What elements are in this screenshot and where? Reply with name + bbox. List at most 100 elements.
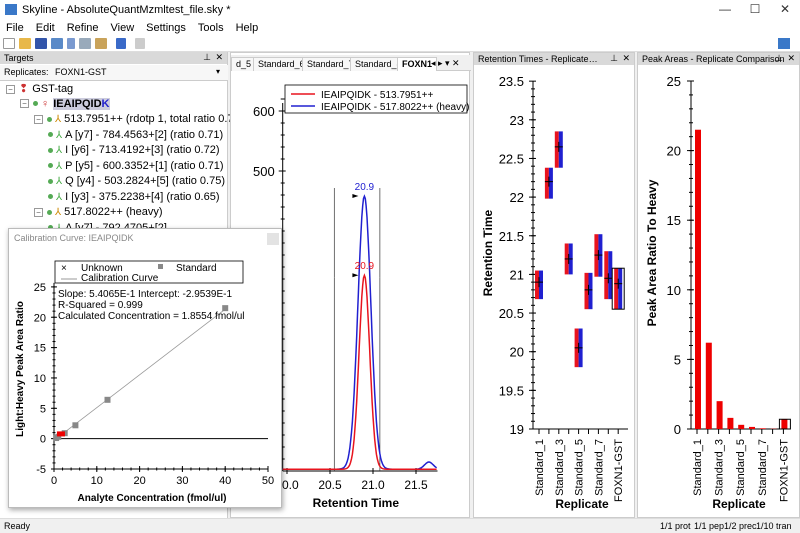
tree-node-label: IEAIPQID bbox=[53, 97, 102, 110]
menu-file[interactable]: File bbox=[0, 20, 30, 34]
y-tick-label: 5 bbox=[674, 352, 681, 367]
tree-node-label: A [y7] - 784.4563+[2] (ratio 0.71) bbox=[65, 128, 224, 141]
x-axis-label: Replicate bbox=[555, 497, 609, 511]
status-text: Ready bbox=[4, 521, 31, 531]
targets-title: Targets bbox=[4, 53, 34, 63]
x-tick-label: Standard_1 bbox=[534, 439, 546, 496]
replicates-label: Replicates: bbox=[4, 67, 49, 77]
x-tick-label: 30 bbox=[176, 475, 188, 487]
peak-area-bar bbox=[695, 129, 701, 429]
calibration-chart[interactable]: -505101520250 10 20 30 40 50× Unknown StandardC… bbox=[9, 229, 283, 509]
retention-times-panel: Retention Times - Replicate Comparison ⊥… bbox=[473, 52, 635, 518]
tree-node-transition[interactable]: ⅄ A [y7] - 784.4563+[2] (ratio 0.71) bbox=[48, 129, 223, 141]
y-tick-label: 5 bbox=[40, 403, 46, 415]
chevron-down-icon[interactable]: ▾ bbox=[216, 67, 220, 76]
redo-icon[interactable] bbox=[135, 38, 145, 49]
targets-header: Targets ⊥ ✕ bbox=[0, 52, 227, 64]
rt-bar-heavy bbox=[618, 268, 623, 310]
rt-bar-light bbox=[554, 131, 559, 168]
tree-node-label: Q [y4] - 503.2824+[5] (ratio 0.75) bbox=[65, 175, 226, 187]
x-tick-label: 20.5 bbox=[318, 478, 342, 492]
y-tick-label: 23 bbox=[510, 113, 524, 128]
rt-bar-heavy bbox=[548, 167, 553, 199]
precursor-peak-icon: ⅄ bbox=[55, 207, 62, 218]
peak-area-bar bbox=[727, 417, 734, 429]
y-tick-label: 0 bbox=[40, 434, 46, 446]
replicates-selector[interactable]: Replicates: FOXN1-GST ▾ bbox=[0, 65, 228, 81]
peak-area-bar bbox=[759, 428, 766, 429]
standard-swatch bbox=[158, 264, 163, 269]
menu-bar: File Edit Refine View Settings Tools Help bbox=[0, 20, 800, 36]
minimize-button[interactable]: — bbox=[710, 2, 740, 18]
menu-refine[interactable]: Refine bbox=[61, 20, 105, 34]
y-tick-label: 25 bbox=[667, 74, 681, 89]
sync-icon[interactable] bbox=[778, 38, 790, 49]
legend-label: IEAIPQIDK - 513.7951++ bbox=[321, 90, 433, 101]
save-icon[interactable] bbox=[35, 38, 47, 49]
import-icon[interactable] bbox=[51, 38, 63, 49]
y-tick-label: 0 bbox=[674, 422, 681, 437]
paste-icon[interactable] bbox=[95, 38, 107, 49]
tree-node-transition[interactable]: ⅄ I [y6] - 713.4192+[3] (ratio 0.72) bbox=[48, 144, 220, 156]
rt-bar-heavy bbox=[539, 270, 543, 300]
tree-node-transition[interactable]: ⅄ P [y5] - 600.3352+[1] (ratio 0.71) bbox=[48, 160, 224, 172]
pin-icon[interactable]: ⊥ bbox=[203, 52, 211, 63]
y-tick-label: 600 bbox=[253, 104, 275, 119]
status-dot-icon bbox=[47, 209, 52, 215]
tree-node-precursor[interactable]: − ⅄ 513.7951++ (rdotp 1, total ratio 0.71) bbox=[34, 113, 243, 125]
x-axis-label: Retention Time bbox=[313, 496, 400, 510]
y-axis-label: Light:Heavy Peak Area Ratio bbox=[15, 301, 26, 437]
menu-edit[interactable]: Edit bbox=[30, 20, 61, 34]
x-tick-label: Standard_5 bbox=[574, 439, 586, 496]
close-button[interactable]: ✕ bbox=[770, 2, 800, 18]
close-icon[interactable]: ✕ bbox=[215, 52, 223, 63]
peak-area-bar bbox=[781, 419, 788, 429]
x-tick-label: 20 bbox=[133, 475, 145, 487]
x-tick-label: 0 bbox=[51, 475, 57, 487]
retention-chart[interactable]: 19 19.5 20 20.5 21 21.5 22 22.5 23 23.5 Standard_1… bbox=[474, 53, 636, 519]
tree-node-label: I [y3] - 375.2238+[4] (ratio 0.65) bbox=[65, 190, 220, 203]
status-prot: 1/1 prot bbox=[660, 521, 691, 531]
copy-icon[interactable] bbox=[79, 38, 91, 49]
chromatogram-trace bbox=[282, 273, 437, 470]
menu-settings[interactable]: Settings bbox=[140, 20, 192, 34]
new-icon[interactable] bbox=[3, 38, 15, 49]
undo-icon[interactable] bbox=[116, 38, 126, 49]
menu-help[interactable]: Help bbox=[230, 20, 265, 34]
collapse-icon[interactable]: − bbox=[6, 84, 15, 94]
status-dot-icon bbox=[48, 132, 53, 138]
open-icon[interactable] bbox=[19, 38, 31, 49]
tree-node-label: GST-tag bbox=[32, 83, 74, 95]
maximize-button[interactable]: ☐ bbox=[740, 2, 770, 18]
peak-areas-chart[interactable]: 0 5 10 15 20 25 Standard_1 Standard_3 Standard_5… bbox=[638, 53, 800, 519]
menu-view[interactable]: View bbox=[105, 20, 141, 34]
tree-node-protein[interactable]: − ❢ GST-tag bbox=[6, 82, 73, 95]
y-tick-label: 23.5 bbox=[499, 74, 524, 89]
y-axis-label: Peak Area Ratio To Heavy bbox=[645, 179, 659, 326]
annotation: Slope: 5.4065E-1 Intercept: -2.9539E-1 bbox=[58, 289, 232, 300]
collapse-icon[interactable]: − bbox=[34, 114, 43, 124]
tree-node-peptide[interactable]: − ♀ IEAIPQIDK bbox=[20, 97, 110, 110]
skyline-logo-icon bbox=[5, 4, 17, 15]
tree-node-transition[interactable]: ⅄ Q [y4] - 503.2824+[5] (ratio 0.75) bbox=[48, 175, 225, 187]
menu-tools[interactable]: Tools bbox=[192, 20, 230, 34]
legend-label: Calibration Curve bbox=[81, 273, 159, 284]
peak-area-bar bbox=[716, 401, 723, 429]
rt-bar-heavy bbox=[588, 272, 593, 310]
y-tick-label: 20.5 bbox=[499, 306, 524, 321]
tree-node-precursor[interactable]: − ⅄ 517.8022++ (heavy) bbox=[34, 206, 163, 218]
x-tick-label: 50 bbox=[262, 475, 274, 487]
collapse-icon[interactable]: − bbox=[34, 207, 43, 217]
toolbar bbox=[0, 36, 800, 52]
window-title: Skyline - AbsoluteQuantMzmltest_file.sky… bbox=[22, 4, 231, 16]
replicates-value[interactable]: FOXN1-GST bbox=[55, 67, 107, 77]
peptide-icon: ♀ bbox=[41, 97, 50, 110]
status-dot-icon bbox=[33, 101, 38, 107]
cut-icon[interactable] bbox=[67, 38, 75, 49]
status-dot-icon bbox=[48, 194, 53, 200]
tree-node-transition[interactable]: ⅄ I [y3] - 375.2238+[4] (ratio 0.65) bbox=[48, 191, 220, 203]
y-tick-label: 22.5 bbox=[499, 151, 524, 166]
y-tick-label: 500 bbox=[253, 164, 275, 179]
collapse-icon[interactable]: − bbox=[20, 99, 29, 109]
rt-bar-light bbox=[614, 268, 619, 310]
